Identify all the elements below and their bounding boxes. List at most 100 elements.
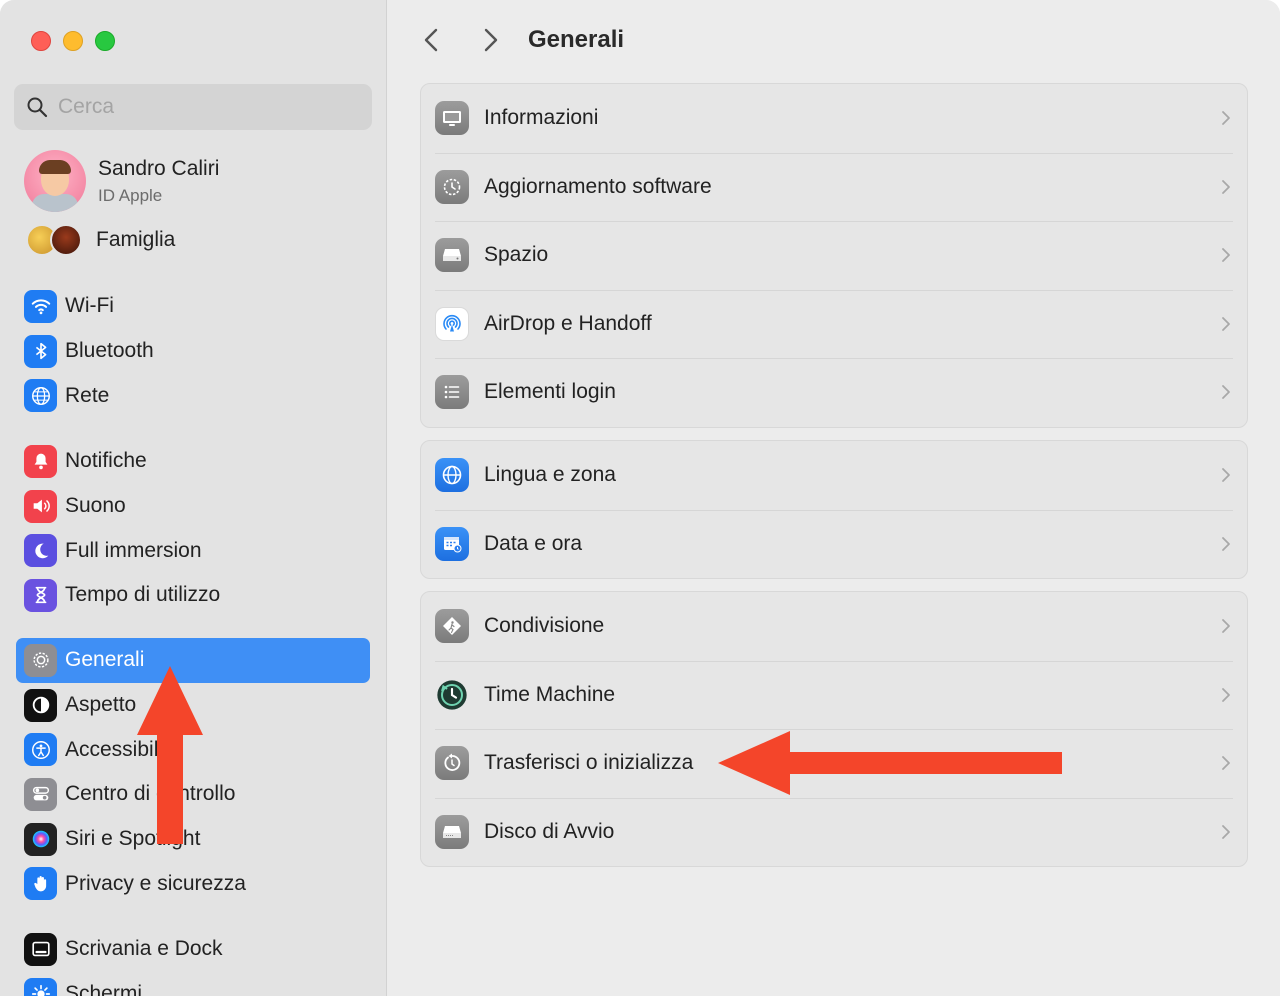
chevron-right-icon [1222, 824, 1230, 839]
siri-icon [24, 822, 57, 856]
row-label: Spazio [484, 243, 549, 267]
sidebar-item-label: Aspetto [65, 693, 137, 717]
sidebar-item-notifications[interactable]: Notifiche [16, 439, 370, 484]
row-condivisione[interactable]: Condivisione [421, 592, 1247, 661]
airdrop-icon [435, 306, 469, 341]
bluetooth-icon [24, 334, 57, 368]
row-label: Time Machine [484, 682, 616, 706]
account-name: Sandro Caliri [98, 156, 220, 180]
sun-icon [24, 977, 57, 996]
chevron-right-icon [1222, 179, 1230, 194]
family-item[interactable]: Famiglia [26, 224, 175, 256]
sidebar-item-label: Scrivania e Dock [65, 937, 223, 961]
dock-icon [24, 932, 57, 966]
sidebar-item-label: Full immersion [65, 538, 202, 562]
sidebar-item-label: Siri e Spotlight [65, 827, 201, 851]
sidebar-item-focus[interactable]: Full immersion [16, 528, 370, 573]
sidebar-item-label: Rete [65, 383, 110, 407]
row-time-machine[interactable]: Time Machine [421, 660, 1247, 730]
zoom-button[interactable] [95, 31, 115, 51]
sidebar-group-desktop: Scrivania e Dock Schermi [16, 927, 370, 996]
family-avatars [26, 224, 84, 256]
sidebar-item-wifi[interactable]: Wi-Fi [16, 284, 370, 329]
row-label: Elementi login [484, 380, 616, 404]
search-input[interactable] [58, 95, 358, 119]
sidebar-item-appearance[interactable]: Aspetto [16, 683, 370, 728]
sidebar-group-notifications: Notifiche Suono Full immersion Tempo di … [16, 439, 370, 618]
family-label: Famiglia [96, 228, 176, 251]
sidebar-item-label: Notifiche [65, 449, 147, 473]
sidebar-item-sound[interactable]: Suono [16, 484, 370, 529]
gear-icon [24, 643, 57, 677]
speaker-icon [24, 489, 57, 523]
sidebar-item-accessibility[interactable]: Accessibilità [16, 727, 370, 772]
software-update-gear-icon [435, 169, 469, 204]
settings-group-system: Condivisione Time Machine Trasferisci o … [420, 591, 1248, 867]
search-field[interactable] [14, 84, 372, 130]
row-disco-avvio[interactable]: Disco di Avvio [421, 797, 1247, 867]
sidebar-item-desktop-dock[interactable]: Scrivania e Dock [16, 927, 370, 972]
avatar [24, 150, 86, 212]
apple-id-account[interactable]: Sandro Caliri ID Apple [24, 150, 219, 212]
sidebar-item-label: Centro di controllo [65, 782, 236, 806]
row-label: AirDrop e Handoff [484, 311, 652, 335]
sidebar-item-privacy-security[interactable]: Privacy e sicurezza [16, 861, 370, 906]
row-lingua-zona[interactable]: Lingua e zona [421, 441, 1247, 510]
accessibility-icon [24, 733, 57, 767]
sidebar-item-network[interactable]: Rete [16, 373, 370, 418]
minimize-button[interactable] [63, 31, 83, 51]
time-machine-icon [435, 678, 469, 712]
row-data-ora[interactable]: Data e ora [421, 509, 1247, 579]
row-elementi-login[interactable]: Elementi login [421, 358, 1247, 427]
calendar-clock-icon [435, 526, 469, 561]
sharing-diamond-icon [435, 609, 469, 644]
sidebar-item-label: Accessibilità [65, 737, 181, 761]
settings-group-locale: Lingua e zona Data e ora [420, 440, 1248, 579]
sidebar-item-label: Generali [65, 648, 145, 672]
toolbar: Generali [388, 0, 1280, 80]
sidebar-item-label: Schermi [65, 982, 143, 996]
list-icon [435, 375, 469, 410]
row-airdrop-handoff[interactable]: AirDrop e Handoff [421, 289, 1247, 359]
row-informazioni[interactable]: Informazioni [421, 84, 1247, 153]
back-button[interactable] [420, 26, 444, 54]
row-label: Condivisione [484, 614, 605, 638]
sidebar: Sandro Caliri ID Apple Famiglia Wi-Fi [0, 0, 387, 996]
row-trasferisci-inizializza[interactable]: Trasferisci o inizializza [421, 729, 1247, 798]
row-spazio[interactable]: Spazio [421, 221, 1247, 290]
sidebar-item-label: Tempo di utilizzo [65, 583, 221, 607]
chevron-right-icon [1222, 536, 1230, 551]
sidebar-item-bluetooth[interactable]: Bluetooth [16, 329, 370, 374]
chevron-right-icon [1222, 385, 1230, 399]
sidebar-item-displays[interactable]: Schermi [16, 972, 370, 996]
row-label: Aggiornamento software [484, 174, 712, 198]
sidebar-item-general[interactable]: Generali [16, 638, 370, 683]
sidebar-item-label: Wi-Fi [65, 294, 114, 318]
sidebar-item-label: Privacy e sicurezza [65, 871, 246, 895]
startup-disk-icon [435, 814, 469, 849]
moon-icon [24, 534, 57, 568]
settings-group-about: Informazioni Aggiornamento software Spaz… [420, 83, 1248, 428]
sidebar-item-screen-time[interactable]: Tempo di utilizzo [16, 573, 370, 618]
sidebar-item-siri-spotlight[interactable]: Siri e Spotlight [16, 817, 370, 862]
close-button[interactable] [31, 31, 51, 51]
main-pane: Generali Informazioni Aggiornamento soft… [388, 0, 1280, 996]
forward-button[interactable] [478, 26, 502, 54]
window-controls [31, 31, 115, 51]
chevron-right-icon [1222, 619, 1230, 633]
chevron-right-icon [1222, 248, 1230, 262]
sidebar-item-label: Suono [65, 494, 126, 518]
account-subtitle: ID Apple [98, 185, 163, 205]
display-icon [435, 101, 469, 136]
row-aggiornamento-software[interactable]: Aggiornamento software [421, 152, 1247, 222]
hourglass-icon [24, 578, 57, 612]
wifi-icon [24, 289, 57, 323]
globe-icon [435, 458, 469, 493]
sidebar-item-label: Bluetooth [65, 339, 154, 363]
bell-icon [24, 444, 57, 478]
sidebar-item-control-center[interactable]: Centro di controllo [16, 772, 370, 817]
hand-icon [24, 867, 57, 901]
row-label: Lingua e zona [484, 463, 616, 487]
row-label: Data e ora [484, 531, 583, 555]
row-label: Trasferisci o inizializza [484, 751, 694, 775]
